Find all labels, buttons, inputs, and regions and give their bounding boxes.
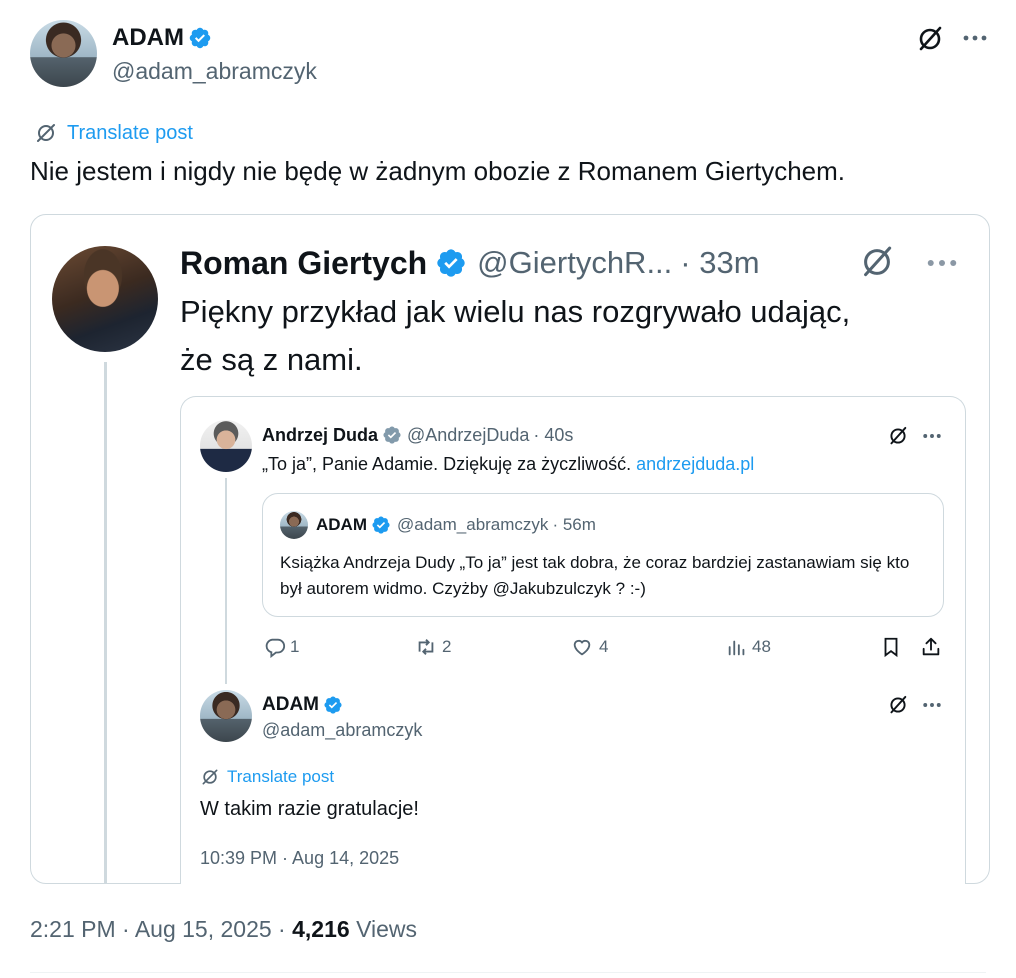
verified-badge-icon <box>383 426 401 444</box>
like-action[interactable]: 4 <box>570 636 608 658</box>
duda-author-handle[interactable]: @AndrzejDuda <box>407 425 529 446</box>
avatar[interactable] <box>280 511 308 539</box>
avatar[interactable] <box>200 690 252 742</box>
avatar[interactable] <box>200 420 252 472</box>
reply-post-text: W takim razie gratulacje! <box>200 798 419 820</box>
views-label: Views <box>356 916 417 942</box>
reply-thread-line <box>225 478 227 684</box>
grok-icon[interactable] <box>915 24 945 54</box>
views-action[interactable]: 48 <box>726 636 771 658</box>
bookmark-icon[interactable] <box>880 636 902 658</box>
duda-post-time[interactable]: · 40s <box>533 425 573 446</box>
translate-post-link[interactable]: Translate post <box>34 121 193 145</box>
verified-badge-icon <box>372 516 390 534</box>
avatar[interactable] <box>30 20 97 87</box>
quoted-post-text: Piękny przykład jak wielu nas rozgrywało… <box>180 294 851 377</box>
like-count: 4 <box>599 637 609 656</box>
avatar[interactable] <box>52 246 158 352</box>
reply-timestamp[interactable]: 10:39 PM · Aug 14, 2025 <box>200 848 399 869</box>
reply-count: 1 <box>290 637 300 656</box>
reply-author-name[interactable]: ADAM <box>262 694 319 716</box>
grok-icon[interactable] <box>887 694 909 716</box>
post-footer: 2:21 PM · Aug 15, 2025 · 4,216 Views <box>30 916 417 943</box>
more-icon[interactable] <box>922 433 942 439</box>
like-icon <box>573 639 591 656</box>
nested-author-name[interactable]: ADAM <box>316 515 367 535</box>
repost-action[interactable]: 2 <box>414 636 451 658</box>
nested-author-row: ADAM @adam_abramczyk · 56m <box>316 513 596 537</box>
translate-label: Translate post <box>227 767 335 786</box>
grok-icon[interactable] <box>858 243 896 281</box>
duda-author-name[interactable]: Andrzej Duda <box>262 425 378 446</box>
quoted-author-row: Roman Giertych @GiertychR... · 33m <box>180 242 760 284</box>
more-icon[interactable] <box>922 702 942 708</box>
grok-icon[interactable] <box>887 425 909 447</box>
reply-translate-link[interactable]: Translate post <box>200 767 334 787</box>
quoted-author-handle[interactable]: @GiertychR... <box>477 245 672 281</box>
quoted-author-name[interactable]: Roman Giertych <box>180 245 427 282</box>
duda-post-link[interactable]: andrzejduda.pl <box>636 454 754 474</box>
reply-author-handle[interactable]: @adam_abramczyk <box>262 720 422 741</box>
reply-action[interactable]: 1 <box>264 636 299 658</box>
translate-label: Translate post <box>67 121 193 144</box>
post-text: Nie jestem i nigdy nie będę w żadnym obo… <box>30 156 846 186</box>
author-name[interactable]: ADAM <box>112 24 184 52</box>
verified-badge-icon <box>437 249 465 277</box>
repost-icon <box>418 639 434 655</box>
views-icon <box>728 640 745 656</box>
reply-author-row: ADAM <box>262 692 343 718</box>
repost-count: 2 <box>442 637 452 656</box>
thread-line <box>104 362 107 884</box>
duda-post-text-row: „To ja”, Panie Adamie. Dziękuję za życzl… <box>262 454 754 475</box>
nested-post-text: Książka Andrzeja Dudy „To ja” jest tak d… <box>280 553 910 598</box>
reply-icon <box>265 638 286 658</box>
views-count: 4,216 <box>292 916 350 942</box>
more-icon[interactable] <box>962 34 988 42</box>
duda-post-text: „To ja”, Panie Adamie. Dziękuję za życzl… <box>262 454 632 474</box>
more-icon[interactable] <box>924 258 960 268</box>
translate-icon <box>37 124 55 142</box>
nested-post-time[interactable]: · 56m <box>552 515 595 535</box>
share-icon[interactable] <box>920 636 942 658</box>
quoted-post-time[interactable]: · 33m <box>680 245 759 281</box>
duda-author-row: Andrzej Duda @AndrzejDuda · 40s <box>262 422 573 448</box>
post-timestamp[interactable]: 2:21 PM · Aug 15, 2025 · <box>30 916 286 942</box>
author-name-row: ADAM <box>112 22 212 54</box>
divider <box>30 972 986 973</box>
verified-badge-icon <box>324 696 342 714</box>
author-handle[interactable]: @adam_abramczyk <box>112 58 317 85</box>
nested-author-handle[interactable]: @adam_abramczyk <box>397 515 548 535</box>
translate-icon <box>202 769 218 785</box>
views-count: 48 <box>752 637 771 656</box>
verified-badge-icon <box>189 27 211 49</box>
